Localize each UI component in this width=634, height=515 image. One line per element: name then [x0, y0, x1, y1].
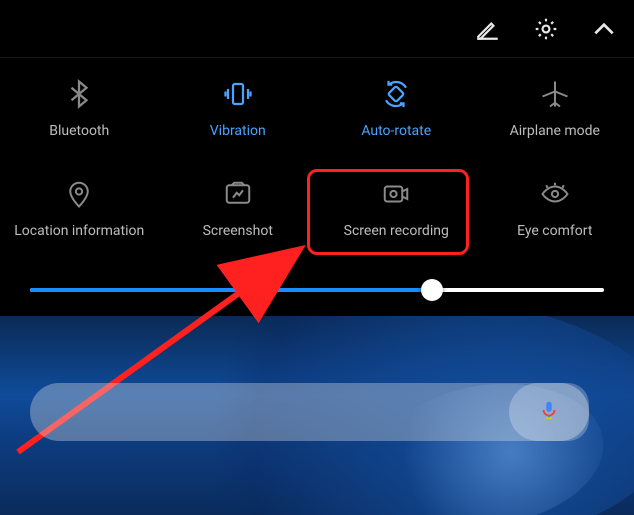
tile-auto-rotate[interactable]: Auto-rotate: [317, 58, 476, 158]
tile-label: Screenshot: [203, 223, 273, 239]
tile-eye-comfort[interactable]: Eye comfort: [476, 158, 634, 258]
airplane-icon: [538, 77, 572, 111]
chevron-up-icon[interactable]: [590, 15, 618, 43]
tile-label: Bluetooth: [49, 123, 109, 139]
eye-icon: [538, 177, 572, 211]
brightness-track-fill: [30, 288, 432, 292]
brightness-thumb[interactable]: [421, 279, 443, 301]
tile-label: Location information: [14, 223, 144, 239]
tile-label: Vibration: [210, 123, 266, 139]
tile-airplane-mode[interactable]: Airplane mode: [476, 58, 634, 158]
tile-screenshot[interactable]: Screenshot: [159, 158, 318, 258]
mic-icon: [538, 399, 560, 425]
tile-bluetooth[interactable]: Bluetooth: [0, 58, 159, 158]
gear-icon[interactable]: [532, 15, 560, 43]
quick-settings-topbar: [0, 0, 634, 58]
mic-button[interactable]: [509, 383, 589, 441]
location-icon: [62, 177, 96, 211]
screenshot-icon: [221, 177, 255, 211]
search-input[interactable]: [30, 403, 565, 421]
tile-label: Screen recording: [344, 223, 449, 239]
edit-icon[interactable]: [474, 15, 502, 43]
tile-label: Eye comfort: [517, 223, 592, 239]
quick-settings-grid: Bluetooth Vibration Auto-rotate: [0, 58, 634, 258]
brightness-slider-row: [0, 280, 634, 300]
bluetooth-icon: [62, 77, 96, 111]
brightness-slider[interactable]: [30, 280, 604, 300]
search-bar[interactable]: [30, 383, 589, 441]
auto-rotate-icon: [379, 77, 413, 111]
quick-settings-panel: Bluetooth Vibration Auto-rotate: [0, 0, 634, 316]
tile-location[interactable]: Location information: [0, 158, 159, 258]
tile-label: Auto-rotate: [361, 123, 431, 139]
tile-label: Airplane mode: [510, 123, 600, 139]
tile-vibration[interactable]: Vibration: [159, 58, 318, 158]
vibration-icon: [221, 77, 255, 111]
screen-recording-icon: [379, 177, 413, 211]
tile-screen-recording[interactable]: Screen recording: [317, 158, 476, 258]
